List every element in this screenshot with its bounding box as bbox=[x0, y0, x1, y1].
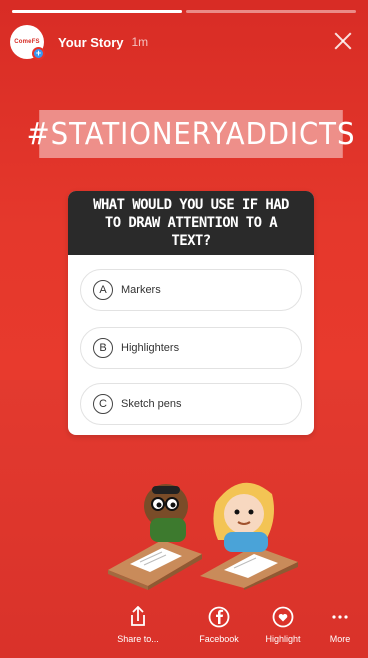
option-letter: C bbox=[93, 394, 113, 414]
add-story-icon: + bbox=[32, 47, 45, 60]
poll-option-c[interactable]: C Sketch pens bbox=[80, 383, 302, 425]
highlight-button[interactable]: Highlight bbox=[253, 604, 313, 644]
share-icon bbox=[131, 606, 145, 626]
avatar[interactable]: ComeFS + bbox=[10, 25, 45, 60]
story-header: ComeFS + Your Story 1m bbox=[10, 22, 358, 62]
facebook-icon bbox=[208, 606, 230, 628]
close-icon[interactable] bbox=[332, 30, 354, 52]
students-illustration bbox=[108, 482, 298, 590]
progress-segment-1 bbox=[12, 10, 182, 13]
more-label: More bbox=[329, 634, 351, 644]
option-letter: B bbox=[93, 338, 113, 358]
more-icon bbox=[332, 615, 348, 619]
poll-option-b[interactable]: B Highlighters bbox=[80, 327, 302, 369]
poll-question: WHAT WOULD YOU USE IF HAD TO DRAW ATTENT… bbox=[68, 191, 314, 255]
option-label: Sketch pens bbox=[121, 398, 182, 410]
progress-segment-2 bbox=[186, 10, 356, 13]
share-to-label: Share to... bbox=[117, 634, 159, 644]
option-label: Markers bbox=[121, 284, 161, 296]
avatar-brand-text: ComeFS bbox=[14, 39, 40, 45]
story-time: 1m bbox=[131, 35, 149, 49]
story-action-bar: Share to... Facebook Highlight More bbox=[0, 590, 368, 658]
poll-option-a[interactable]: A Markers bbox=[80, 269, 302, 311]
share-to-button[interactable]: Share to... bbox=[108, 604, 168, 644]
more-button[interactable]: More bbox=[318, 604, 362, 644]
hashtag-sticker[interactable]: #STATIONERYADDICTS bbox=[27, 110, 354, 158]
poll-sticker: WHAT WOULD YOU USE IF HAD TO DRAW ATTENT… bbox=[68, 191, 314, 435]
facebook-button[interactable]: Facebook bbox=[189, 604, 249, 644]
option-letter: A bbox=[93, 280, 113, 300]
highlight-label: Highlight bbox=[265, 634, 301, 644]
story-title[interactable]: Your Story bbox=[58, 35, 124, 50]
story-progress bbox=[12, 10, 356, 13]
option-label: Highlighters bbox=[121, 342, 180, 354]
highlight-icon bbox=[272, 606, 294, 628]
facebook-label: Facebook bbox=[199, 634, 239, 644]
